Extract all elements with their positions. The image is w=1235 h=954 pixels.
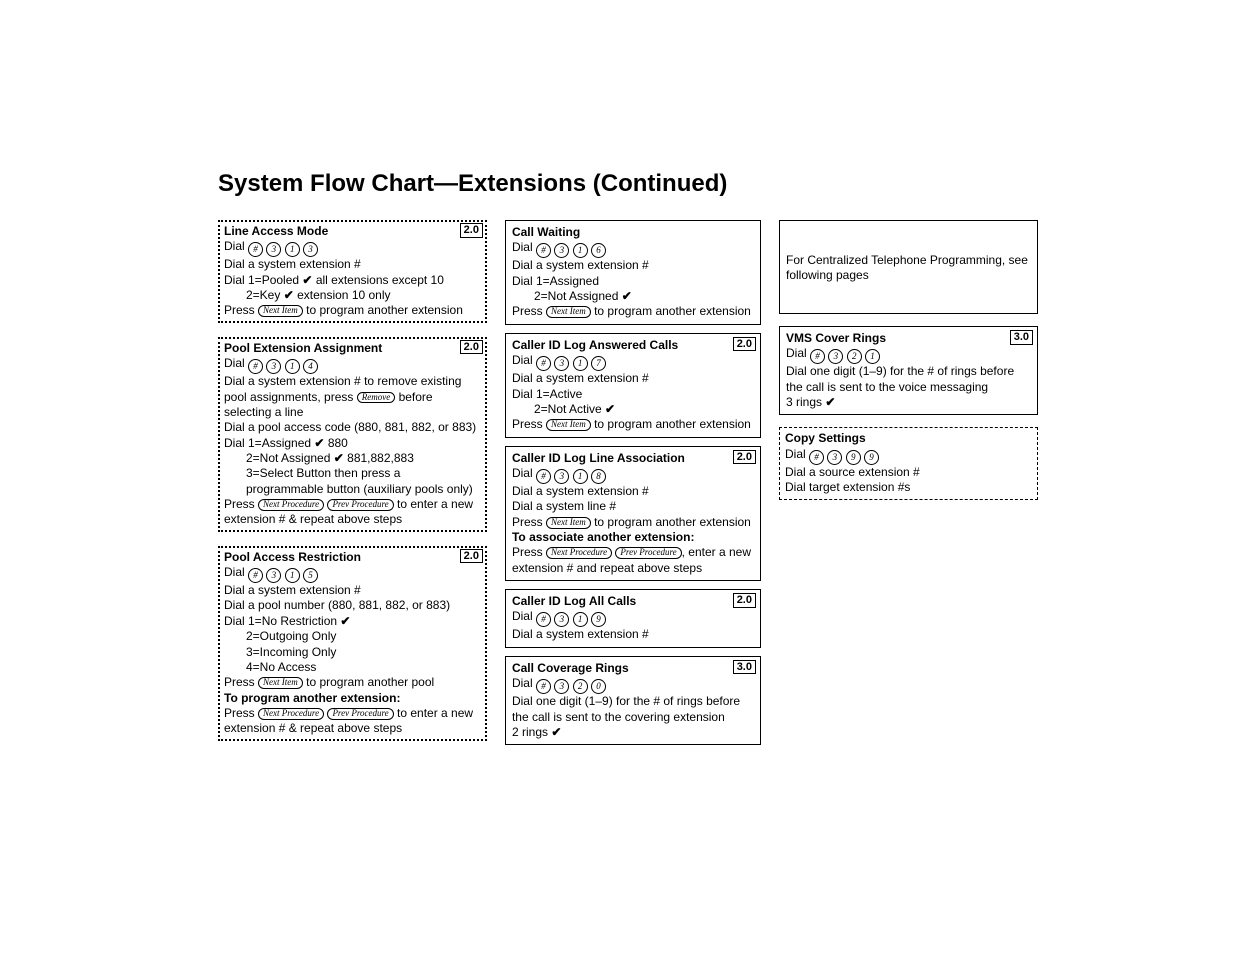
remove-key: Remove xyxy=(357,392,395,404)
next-item-key: Next Item xyxy=(546,306,591,318)
card-call-waiting: Call Waiting Dial # 3 1 6 Dial a system … xyxy=(505,220,761,325)
hash-icon: # xyxy=(536,243,551,258)
version-badge: 3.0 xyxy=(1010,330,1033,345)
digit-icon: 3 xyxy=(303,242,318,257)
card-copy-settings: Copy Settings Dial # 3 9 9 Dial a source… xyxy=(779,427,1038,499)
version-badge: 2.0 xyxy=(460,549,483,564)
digit-icon: 6 xyxy=(591,243,606,258)
next-procedure-key: Next Procedure xyxy=(258,708,324,720)
hash-icon: # xyxy=(248,359,263,374)
digit-icon: 4 xyxy=(303,359,318,374)
digit-icon: 1 xyxy=(285,359,300,374)
digit-icon: 9 xyxy=(591,612,606,627)
digit-icon: 3 xyxy=(828,349,843,364)
digit-icon: 1 xyxy=(285,242,300,257)
digit-icon: 3 xyxy=(554,356,569,371)
hash-icon: # xyxy=(248,242,263,257)
digit-icon: 3 xyxy=(266,568,281,583)
card-title: Copy Settings xyxy=(785,431,1032,446)
check-icon: ✔ xyxy=(825,395,835,409)
card-title: Call Coverage Rings xyxy=(512,661,754,676)
next-procedure-key: Next Procedure xyxy=(258,499,324,511)
card-title: Call Waiting xyxy=(512,225,754,240)
card-title: Pool Extension Assignment xyxy=(224,341,481,356)
next-item-key: Next Item xyxy=(258,677,303,689)
digit-icon: 3 xyxy=(554,612,569,627)
digit-icon: 3 xyxy=(554,243,569,258)
digit-icon: 3 xyxy=(266,242,281,257)
digit-icon: 9 xyxy=(864,450,879,465)
digit-icon: 3 xyxy=(827,450,842,465)
check-icon: ✔ xyxy=(551,725,561,739)
prev-procedure-key: Prev Procedure xyxy=(327,708,393,720)
version-badge: 2.0 xyxy=(460,340,483,355)
hash-icon: # xyxy=(810,349,825,364)
digit-icon: 7 xyxy=(591,356,606,371)
hash-icon: # xyxy=(536,469,551,484)
card-cid-answered: 2.0 Caller ID Log Answered Calls Dial # … xyxy=(505,333,761,438)
hash-icon: # xyxy=(248,568,263,583)
card-vms-cover-rings: 3.0 VMS Cover Rings Dial # 3 2 1 Dial on… xyxy=(779,326,1038,415)
hash-icon: # xyxy=(536,612,551,627)
digit-icon: 1 xyxy=(573,243,588,258)
digit-icon: 1 xyxy=(285,568,300,583)
digit-icon: 8 xyxy=(591,469,606,484)
check-icon: ✔ xyxy=(314,436,324,450)
digit-icon: 1 xyxy=(573,356,588,371)
hash-icon: # xyxy=(536,679,551,694)
prev-procedure-key: Prev Procedure xyxy=(615,547,681,559)
digit-icon: 3 xyxy=(554,679,569,694)
card-pool-ext-assign: 2.0 Pool Extension Assignment Dial # 3 1… xyxy=(218,337,487,532)
next-item-key: Next Item xyxy=(546,419,591,431)
version-badge: 2.0 xyxy=(733,337,756,352)
check-icon: ✔ xyxy=(622,289,632,303)
version-badge: 2.0 xyxy=(733,450,756,465)
next-item-key: Next Item xyxy=(258,305,303,317)
digit-icon: 9 xyxy=(846,450,861,465)
check-icon: ✔ xyxy=(340,614,350,628)
digit-icon: 2 xyxy=(573,679,588,694)
check-icon: ✔ xyxy=(302,273,312,287)
card-cid-all-calls: 2.0 Caller ID Log All Calls Dial # 3 1 9… xyxy=(505,589,761,648)
digit-icon: 1 xyxy=(573,469,588,484)
card-title: VMS Cover Rings xyxy=(786,331,1031,346)
version-badge: 3.0 xyxy=(733,660,756,675)
check-icon: ✔ xyxy=(605,402,615,416)
card-line-access-mode: 2.0 Line Access Mode Dial # 3 1 3 Dial a… xyxy=(218,220,487,323)
card-title: Pool Access Restriction xyxy=(224,550,481,565)
card-title: Caller ID Log All Calls xyxy=(512,594,754,609)
check-icon: ✔ xyxy=(284,288,294,302)
prev-procedure-key: Prev Procedure xyxy=(327,499,393,511)
hash-icon: # xyxy=(809,450,824,465)
card-call-coverage-rings: 3.0 Call Coverage Rings Dial # 3 2 0 Dia… xyxy=(505,656,761,745)
next-item-key: Next Item xyxy=(546,517,591,529)
version-badge: 2.0 xyxy=(733,593,756,608)
digit-icon: 3 xyxy=(554,469,569,484)
digit-icon: 0 xyxy=(591,679,606,694)
card-title: Line Access Mode xyxy=(224,224,481,239)
card-title: Caller ID Log Line Association xyxy=(512,451,754,466)
card-title: Caller ID Log Answered Calls xyxy=(512,338,754,353)
digit-icon: 1 xyxy=(573,612,588,627)
card-pool-access-restriction: 2.0 Pool Access Restriction Dial # 3 1 5… xyxy=(218,546,487,741)
hash-icon: # xyxy=(536,356,551,371)
card-centralized-note: For Centralized Telephone Programming, s… xyxy=(779,220,1038,314)
check-icon: ✔ xyxy=(334,451,344,465)
version-badge: 2.0 xyxy=(460,223,483,238)
digit-icon: 3 xyxy=(266,359,281,374)
card-cid-line-assoc: 2.0 Caller ID Log Line Association Dial … xyxy=(505,446,761,582)
digit-icon: 1 xyxy=(865,349,880,364)
digit-icon: 5 xyxy=(303,568,318,583)
page-title: System Flow Chart—Extensions (Continued) xyxy=(218,170,1038,198)
next-procedure-key: Next Procedure xyxy=(546,547,612,559)
digit-icon: 2 xyxy=(847,349,862,364)
